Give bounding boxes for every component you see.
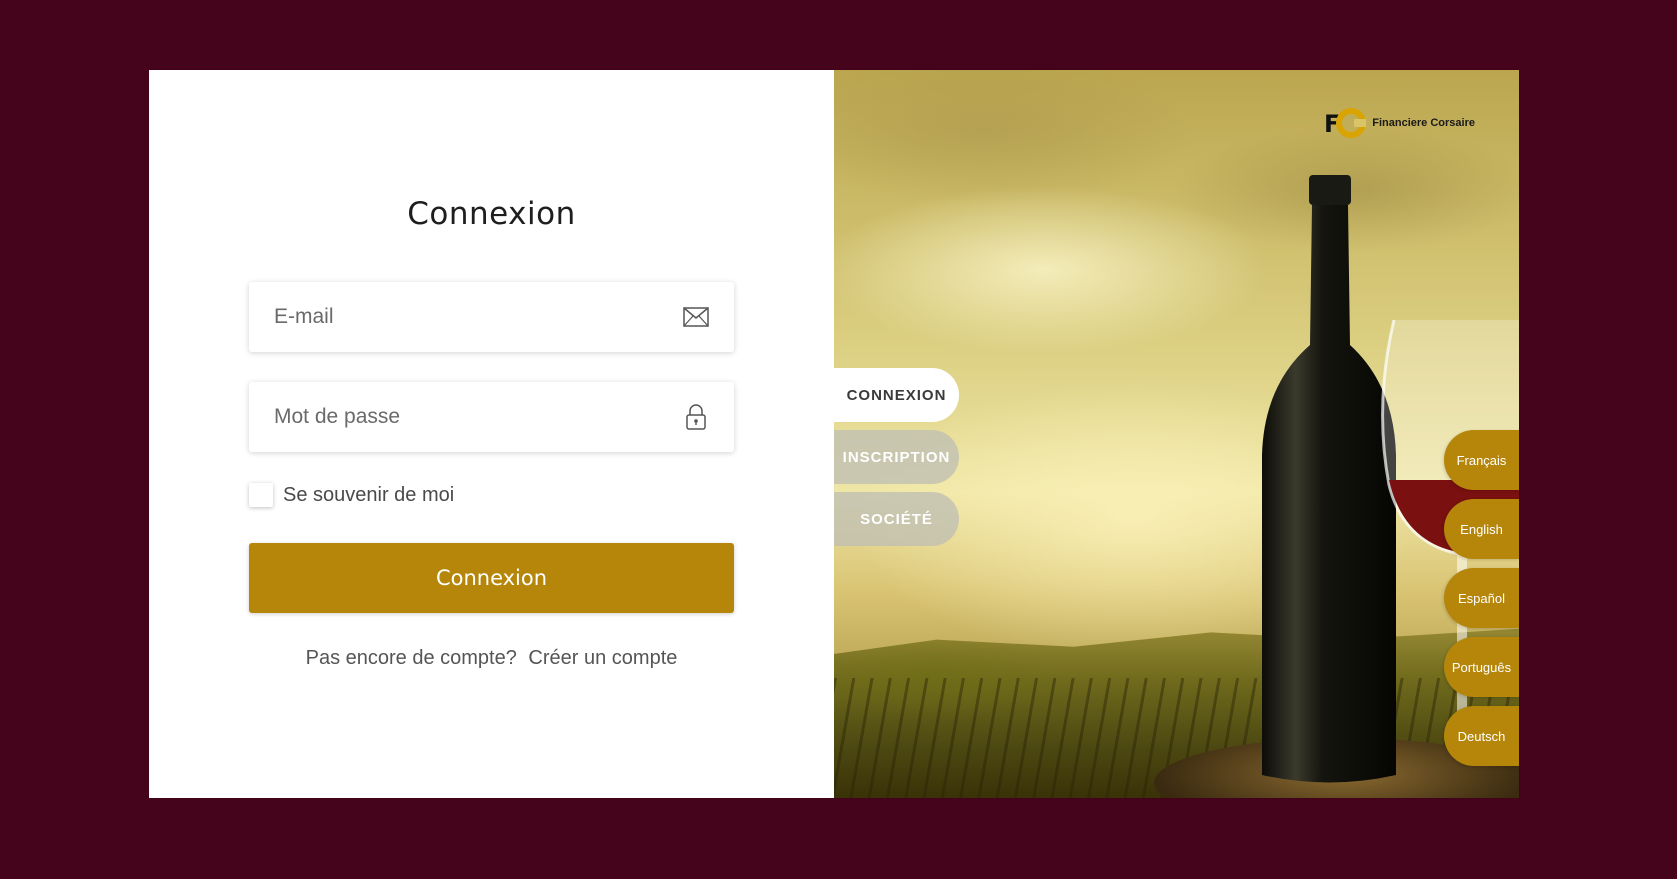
signup-prompt: Pas encore de compte? Créer un compte [149, 647, 834, 670]
email-field[interactable] [274, 305, 682, 329]
password-field-wrapper [249, 382, 734, 452]
remember-checkbox[interactable] [249, 483, 273, 507]
password-field[interactable] [274, 405, 682, 429]
language-espanol[interactable]: Español [1444, 568, 1519, 628]
language-english[interactable]: English [1444, 499, 1519, 559]
language-portugues[interactable]: Português [1444, 637, 1519, 697]
login-panel: Connexion Se souvenir de moi Connexion P… [149, 70, 834, 798]
brand-name: Financiere Corsaire [1372, 117, 1475, 129]
remember-me[interactable]: Se souvenir de moi [249, 483, 454, 507]
login-button[interactable]: Connexion [249, 543, 734, 613]
no-account-text: Pas encore de compte? [305, 647, 517, 669]
fc-logo-icon: F [1324, 108, 1367, 138]
remember-label: Se souvenir de moi [283, 483, 455, 506]
create-account-link[interactable]: Créer un compte [528, 647, 677, 669]
tab-connexion[interactable]: CONNEXION [834, 368, 959, 422]
hero-panel: F Financiere Corsaire CONNEXION INSCRIPT… [834, 70, 1519, 798]
tab-societe[interactable]: SOCIÉTÉ [834, 492, 959, 546]
lock-icon [682, 403, 710, 431]
envelope-icon [682, 303, 710, 331]
language-deutsch[interactable]: Deutsch [1444, 706, 1519, 766]
tab-inscription[interactable]: INSCRIPTION [834, 430, 959, 484]
brand-logo: F Financiere Corsaire [1324, 108, 1475, 138]
login-card: Connexion Se souvenir de moi Connexion P… [149, 70, 1519, 798]
language-francais[interactable]: Français [1444, 430, 1519, 490]
email-field-wrapper [249, 282, 734, 352]
page-title: Connexion [407, 196, 576, 232]
